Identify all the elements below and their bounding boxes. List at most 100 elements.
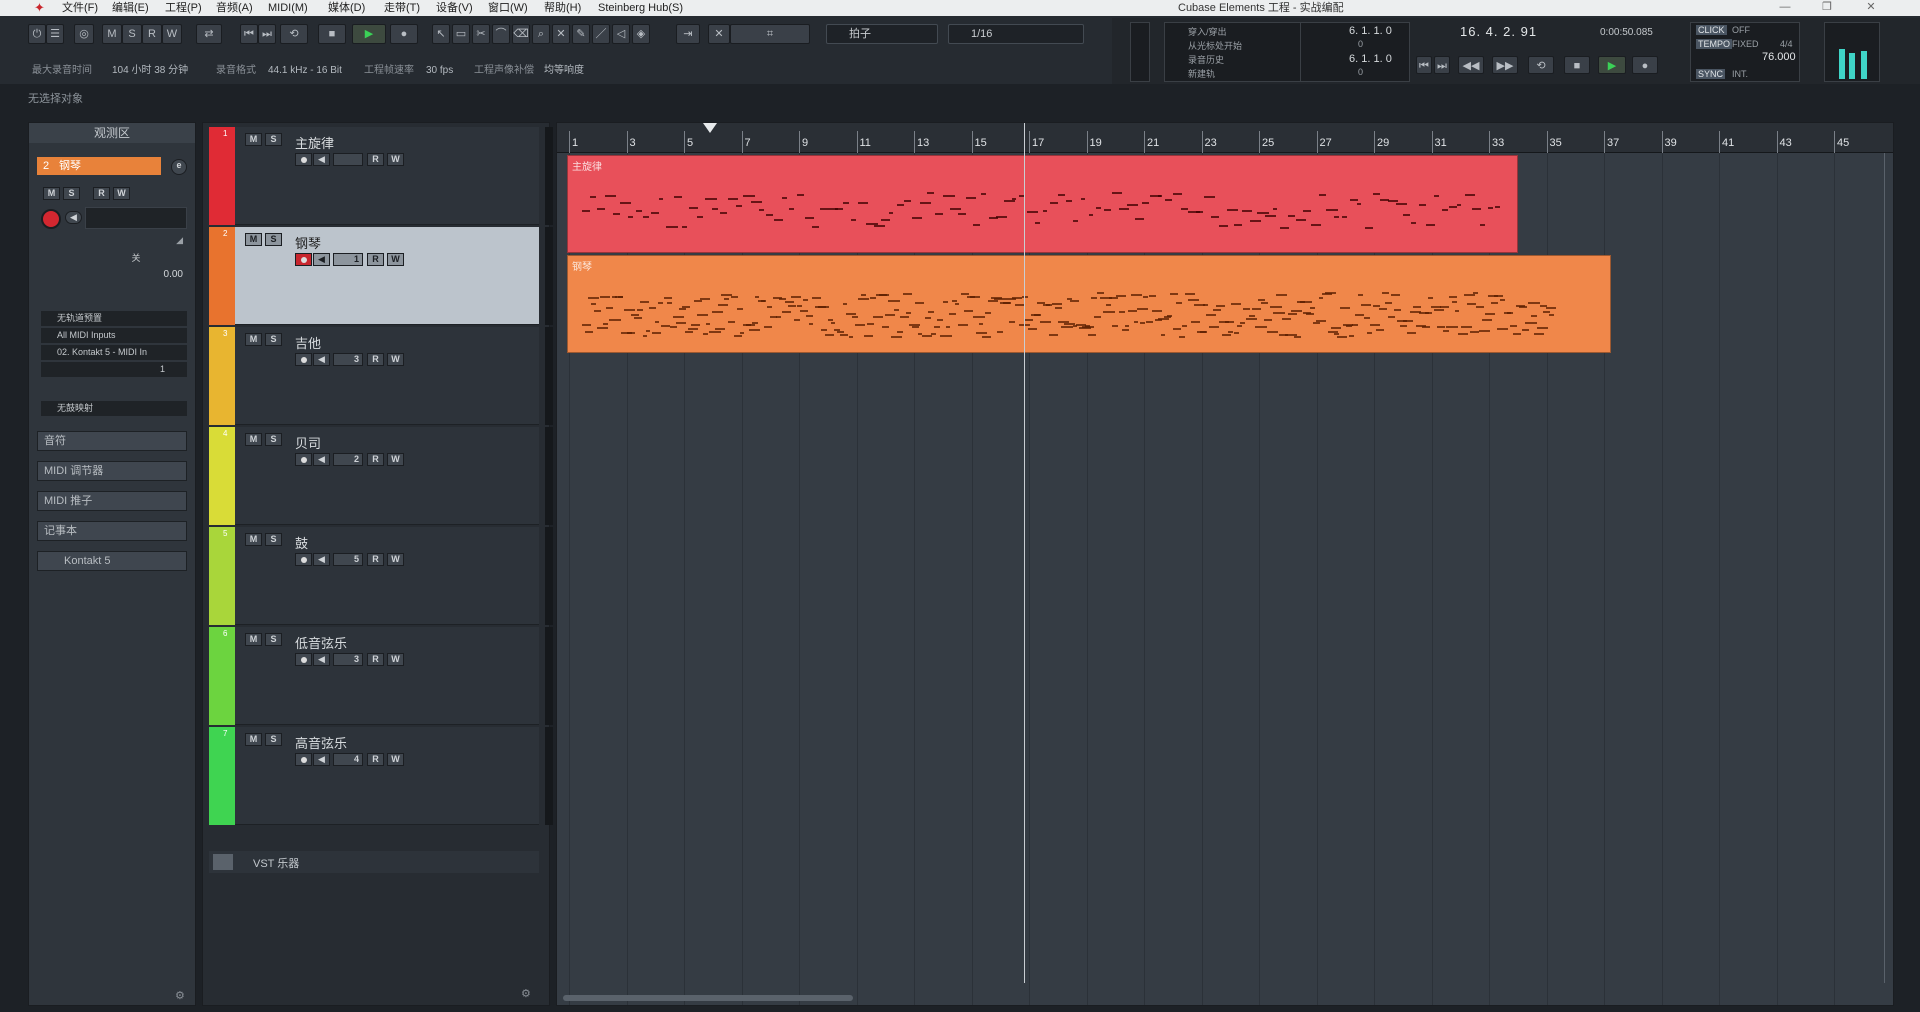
left-locator-value[interactable]: 6. 1. 1. 0 bbox=[1349, 25, 1392, 37]
right-locator-value[interactable]: 6. 1. 1. 0 bbox=[1349, 53, 1392, 65]
rewind-icon[interactable]: ◀◀ bbox=[1458, 56, 1484, 74]
track-write-button[interactable]: W bbox=[387, 753, 404, 766]
track-channel[interactable]: 3 bbox=[333, 653, 363, 666]
quantize-select[interactable]: 1/16 bbox=[948, 24, 1084, 44]
mode-button-m[interactable]: M bbox=[102, 24, 122, 44]
track-name[interactable]: 主旋律 bbox=[295, 133, 334, 152]
vst-instruments-folder[interactable]: VST 乐器 bbox=[209, 851, 539, 873]
menu-midi[interactable]: MIDI(M) bbox=[268, 1, 308, 15]
midi-channel-select[interactable]: 1 bbox=[41, 362, 187, 377]
record-enable-icon[interactable] bbox=[295, 753, 312, 766]
track-color-strip[interactable] bbox=[209, 627, 235, 725]
track-write-button[interactable]: W bbox=[387, 653, 404, 666]
track-read-button[interactable]: R bbox=[367, 653, 384, 666]
inspector-solo-button[interactable]: S bbox=[63, 187, 80, 200]
tempo-mode[interactable]: FIXED bbox=[1732, 39, 1759, 49]
volume-value[interactable]: 0.00 bbox=[85, 269, 187, 283]
zoom-icon[interactable]: ⌕ bbox=[532, 24, 550, 44]
track-solo-button[interactable]: S bbox=[265, 433, 282, 446]
track-color-strip[interactable] bbox=[209, 427, 235, 525]
inspector-mute-button[interactable]: M bbox=[43, 187, 60, 200]
tempo-label[interactable]: TEMPO bbox=[1696, 39, 1733, 49]
draw-icon[interactable]: ✎ bbox=[572, 24, 590, 44]
pan-value[interactable]: 关 bbox=[85, 251, 187, 267]
click-value[interactable]: OFF bbox=[1732, 25, 1750, 35]
inspector-record-enable-icon[interactable] bbox=[41, 209, 61, 229]
go-to-start-icon[interactable]: ⏮ bbox=[240, 24, 258, 44]
monitor-icon[interactable]: ◀ bbox=[313, 553, 330, 566]
track-write-button[interactable]: W bbox=[387, 353, 404, 366]
snap-type-select[interactable]: ⌗ bbox=[730, 24, 810, 44]
track-mute-button[interactable]: M bbox=[245, 333, 262, 346]
inspector-track-name-field[interactable] bbox=[85, 207, 187, 229]
record-enable-icon[interactable] bbox=[295, 453, 312, 466]
track-channel[interactable]: 1 bbox=[333, 253, 363, 266]
sync-label[interactable]: SYNC bbox=[1696, 69, 1726, 79]
track-mute-button[interactable]: M bbox=[245, 533, 262, 546]
track-name[interactable]: 高音弦乐 bbox=[295, 733, 347, 752]
fast-forward-icon[interactable]: ▶▶ bbox=[1492, 56, 1518, 74]
monitor-icon[interactable]: ◀ bbox=[313, 653, 330, 666]
track-read-button[interactable]: R bbox=[367, 753, 384, 766]
playhead-cursor[interactable] bbox=[1024, 123, 1025, 983]
object-selection-icon[interactable]: ↖ bbox=[432, 24, 450, 44]
track-write-button[interactable]: W bbox=[387, 253, 404, 266]
section-kontakt[interactable]: Kontakt 5 bbox=[37, 551, 187, 571]
frame-rate-value[interactable]: 30 fps bbox=[426, 64, 453, 78]
mode-button-w[interactable]: W bbox=[162, 24, 182, 44]
inspector-settings-icon[interactable]: ⚙ bbox=[175, 989, 185, 1002]
position-bars-display[interactable]: 16. 4. 2. 91 bbox=[1460, 24, 1537, 39]
mute-tool-icon[interactable]: ✕ bbox=[552, 24, 570, 44]
track-read-button[interactable]: R bbox=[367, 253, 384, 266]
track-write-button[interactable]: W bbox=[387, 453, 404, 466]
track-row[interactable]: 1 M S 主旋律 ◀ R W bbox=[209, 127, 553, 225]
track-row[interactable]: 5 M S 鼓 ◀ 5 R W bbox=[209, 527, 553, 625]
record-history-label[interactable]: 录音历史 bbox=[1188, 53, 1224, 66]
record-enable-icon[interactable] bbox=[295, 153, 312, 166]
record-format-value[interactable]: 44.1 kHz - 16 Bit bbox=[268, 64, 342, 78]
track-mute-button[interactable]: M bbox=[245, 733, 262, 746]
timeline-ruler[interactable]: 1 3 5 7 9 11 13 15 17 19 21 23 25 27 29 31 33 35 37 39 41 43 4… bbox=[557, 123, 1893, 153]
transport-stop-icon[interactable]: ■ bbox=[1564, 56, 1590, 74]
section-midi-fader[interactable]: MIDI 推子 bbox=[37, 491, 187, 511]
menu-devices[interactable]: 设备(V) bbox=[436, 1, 473, 15]
piano-midi-part[interactable]: 钢琴 bbox=[567, 255, 1611, 353]
menu-media[interactable]: 媒体(D) bbox=[328, 1, 365, 15]
tracklist-settings-icon[interactable]: ⚙ bbox=[521, 987, 531, 1000]
track-solo-button[interactable]: S bbox=[265, 233, 282, 246]
sync-value[interactable]: INT. bbox=[1732, 69, 1748, 79]
tempo-value[interactable]: 76.000 bbox=[1762, 51, 1796, 63]
section-notepad[interactable]: 记事本 bbox=[37, 521, 187, 541]
horizontal-scrollbar[interactable] bbox=[563, 995, 853, 1001]
punch-in-out-label[interactable]: 穿入/穿出 bbox=[1188, 25, 1227, 38]
monitor-icon[interactable]: ◀ bbox=[313, 153, 330, 166]
track-name[interactable]: 贝司 bbox=[295, 433, 321, 452]
position-time-display[interactable]: 0:00:50.085 bbox=[1600, 27, 1653, 38]
transport-record-icon[interactable]: ● bbox=[1632, 56, 1658, 74]
track-row[interactable]: 4 M S 贝司 ◀ 2 R W bbox=[209, 427, 553, 525]
cubase-logo-icon[interactable]: ✦ bbox=[34, 1, 48, 15]
color-tool-icon[interactable]: ◈ bbox=[632, 24, 650, 44]
track-solo-button[interactable]: S bbox=[265, 133, 282, 146]
track-color-strip[interactable] bbox=[209, 227, 235, 325]
menu-audio[interactable]: 音频(A) bbox=[216, 1, 253, 15]
snap-toggle-icon[interactable]: ⇥ bbox=[676, 24, 700, 44]
glue-icon[interactable]: ⌒ bbox=[492, 24, 510, 44]
track-solo-button[interactable]: S bbox=[265, 633, 282, 646]
transport-cycle-icon[interactable]: ⟲ bbox=[1528, 56, 1554, 74]
melody-midi-part[interactable]: 主旋律 bbox=[567, 155, 1518, 253]
menu-edit[interactable]: 编辑(E) bbox=[112, 1, 149, 15]
record-enable-icon[interactable] bbox=[295, 653, 312, 666]
track-row[interactable]: 3 M S 吉他 ◀ 3 R W bbox=[209, 327, 553, 425]
track-channel[interactable]: 3 bbox=[333, 353, 363, 366]
previous-marker-icon[interactable]: ⏮ bbox=[1416, 56, 1432, 74]
inspector-monitor-icon[interactable]: ◀ bbox=[65, 211, 82, 224]
track-name[interactable]: 鼓 bbox=[295, 533, 308, 552]
go-to-end-icon[interactable]: ⏭ bbox=[258, 24, 276, 44]
midi-output-select[interactable]: 02. Kontakt 5 - MIDI In bbox=[41, 345, 187, 360]
click-label[interactable]: CLICK bbox=[1696, 25, 1727, 35]
menu-file[interactable]: 文件(F) bbox=[62, 1, 98, 15]
auto-scroll-icon[interactable]: ⇄ bbox=[196, 24, 222, 44]
track-solo-button[interactable]: S bbox=[265, 533, 282, 546]
track-read-button[interactable]: R bbox=[367, 353, 384, 366]
